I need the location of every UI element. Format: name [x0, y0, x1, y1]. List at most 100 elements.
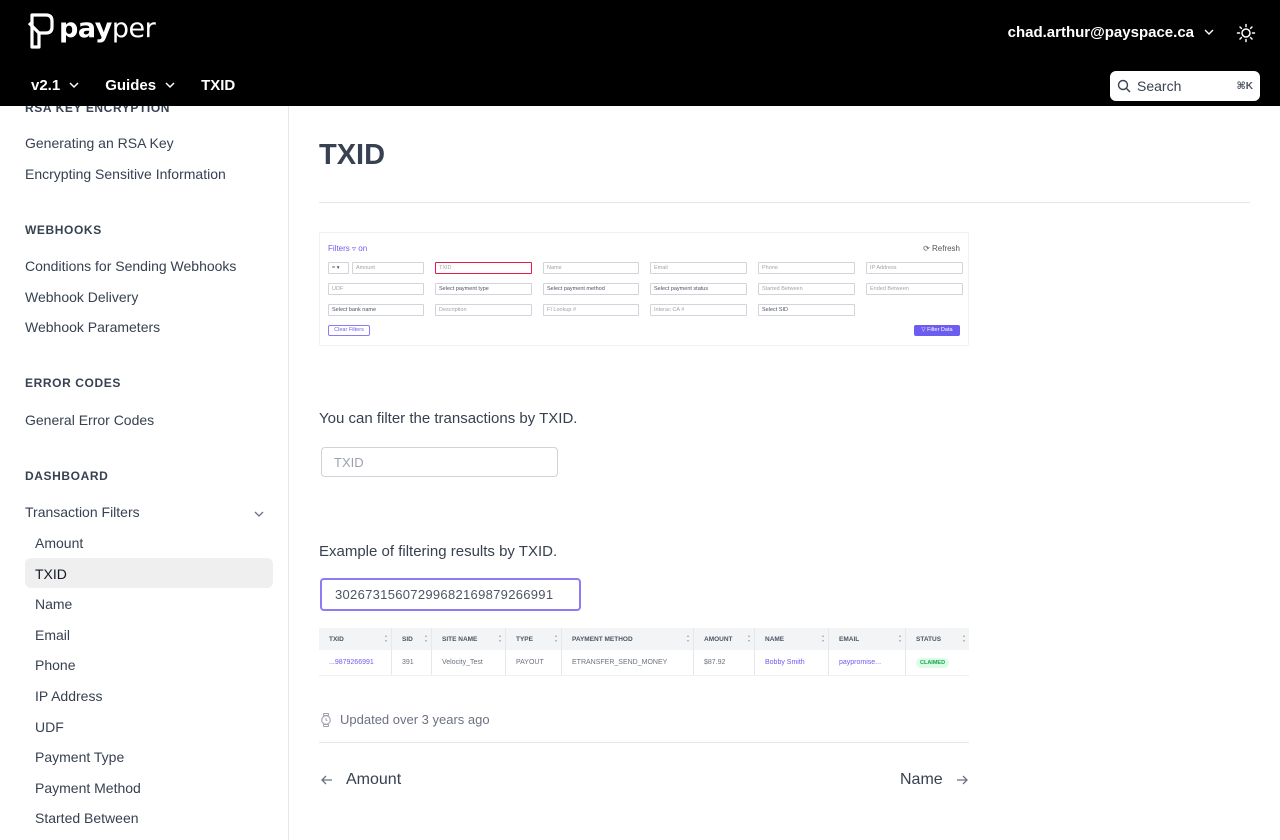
logo-text-bold: pay: [59, 12, 112, 44]
payper-logo[interactable]: payper: [26, 11, 156, 51]
name-field: Name: [543, 262, 639, 274]
sidebar-item-amount[interactable]: Amount: [35, 535, 83, 551]
nav-txid-label: TXID: [201, 77, 236, 94]
col-payment-method: PAYMENT METHOD: [562, 628, 694, 650]
search-placeholder: Search: [1137, 78, 1182, 94]
sidebar-item-general-error-codes[interactable]: General Error Codes: [25, 412, 154, 428]
sidebar-item-ip-address[interactable]: IP Address: [35, 688, 102, 704]
ip-address-field: IP Address: [866, 262, 963, 274]
payper-logo-icon: [27, 13, 54, 49]
sun-icon[interactable]: [1236, 23, 1256, 43]
payment-type-select: Select payment type: [435, 283, 532, 295]
col-name: NAME: [755, 628, 829, 650]
section-title-rsa: RSA KEY ENCRYPTION: [25, 106, 171, 115]
cell-txid: ...9879266991: [319, 650, 392, 675]
sidebar-item-phone[interactable]: Phone: [35, 657, 75, 673]
bank-name-select: Select bank name: [328, 304, 424, 316]
version-dropdown[interactable]: v2.1: [31, 77, 79, 94]
user-menu[interactable]: chad.arthur@payspace.ca: [1008, 24, 1214, 41]
started-between-field: Started Between: [758, 283, 855, 295]
txid-input-filled: 302673156072996821698792669​91: [320, 578, 581, 611]
cell-site-name: Velocity_Test: [432, 650, 506, 675]
sidebar-item-webhook-parameters[interactable]: Webhook Parameters: [25, 319, 160, 335]
sidebar-item-conditions-webhooks[interactable]: Conditions for Sending Webhooks: [25, 258, 236, 274]
filter-panel-screenshot: Filters ▿ on ⟳ Refresh = ▾ Amount TXID N…: [319, 232, 969, 346]
sidebar-item-name[interactable]: Name: [35, 596, 72, 612]
prev-page-link[interactable]: Amount: [320, 771, 401, 789]
ended-between-field: Ended Between: [866, 283, 963, 295]
nav-txid[interactable]: TXID: [201, 77, 235, 94]
cell-sid: 391: [392, 650, 432, 675]
top-nav: v2.1 Guides TXID: [31, 77, 261, 94]
cell-type: PAYOUT: [506, 650, 562, 675]
chevron-down-icon[interactable]: [253, 508, 265, 520]
sidebar-item-transaction-filters[interactable]: Transaction Filters: [25, 504, 140, 520]
fi-lookup-field: FI Lookup #: [543, 304, 639, 316]
cell-status: CLAIMED: [906, 650, 969, 675]
filters-label: Filters ▿ on: [328, 244, 368, 253]
col-type: TYPE: [506, 628, 562, 650]
sidebar: RSA KEY ENCRYPTION Generating an RSA Key…: [0, 106, 289, 840]
sidebar-item-encrypting-info[interactable]: Encrypting Sensitive Information: [25, 166, 226, 182]
search-input[interactable]: Search ⌘K: [1110, 71, 1260, 101]
title-divider: [319, 202, 1250, 203]
sidebar-item-payment-type[interactable]: Payment Type: [35, 749, 124, 765]
chevron-down-icon: [69, 82, 79, 89]
sidebar-item-started-between[interactable]: Started Between: [35, 810, 139, 826]
udf-field: UDF: [328, 283, 424, 295]
description-paragraph: You can filter the transactions by TXID.: [319, 410, 578, 427]
page-title: TXID: [319, 139, 386, 171]
refresh-link: ⟳ Refresh: [923, 244, 960, 253]
guides-dropdown[interactable]: Guides: [105, 77, 175, 94]
description-field: Description: [435, 304, 532, 316]
clear-filters-button: Clear Filters: [328, 325, 370, 336]
section-title-dashboard: DASHBOARD: [25, 469, 109, 483]
col-email: EMAIL: [829, 628, 906, 650]
footer-divider: [319, 742, 969, 743]
phone-field: Phone: [758, 262, 855, 274]
main-content: TXID Filters ▿ on ⟳ Refresh = ▾ Amount T…: [289, 106, 1280, 840]
status-badge: CLAIMED: [916, 657, 950, 668]
operator-select: = ▾: [328, 262, 349, 274]
interac-field: Interac CA #: [650, 304, 747, 316]
next-page-link[interactable]: Name: [900, 771, 969, 789]
cell-name: Bobby Smith: [755, 650, 829, 675]
sid-select: Select SID: [758, 304, 855, 316]
prev-page-label: Amount: [346, 771, 402, 788]
payment-status-select: Select payment status: [650, 283, 747, 295]
chevron-down-icon: [1204, 29, 1214, 35]
sidebar-item-email[interactable]: Email: [35, 627, 70, 643]
last-updated: Updated over 3 years ago: [320, 712, 490, 727]
col-status: STATUS: [906, 628, 969, 650]
col-amount: AMOUNT: [694, 628, 755, 650]
txid-input-example: TXID: [321, 447, 558, 477]
arrow-right-icon: [956, 775, 968, 785]
txid-field-highlighted: TXID: [435, 262, 532, 274]
sidebar-item-txid[interactable]: TXID: [35, 566, 67, 582]
cell-payment-method: ETRANSFER_SEND_MONEY: [562, 650, 694, 675]
guides-label: Guides: [105, 77, 157, 94]
sidebar-item-webhook-delivery[interactable]: Webhook Delivery: [25, 289, 138, 305]
logo-text-light: per: [111, 12, 156, 44]
chevron-down-icon: [165, 82, 175, 89]
table-header: TXID SID SITE NAME TYPE PAYMENT METHOD A…: [319, 628, 969, 650]
amount-field: Amount: [352, 262, 424, 274]
next-page-label: Name: [900, 771, 943, 788]
col-txid: TXID: [319, 628, 392, 650]
cell-email: paypromise...: [829, 650, 906, 675]
user-email: chad.arthur@payspace.ca: [1007, 24, 1194, 41]
sidebar-item-generating-rsa-key[interactable]: Generating an RSA Key: [25, 135, 174, 151]
search-icon: [1117, 79, 1131, 93]
section-title-webhooks: WEBHOOKS: [25, 223, 102, 237]
payment-method-select: Select payment method: [543, 283, 639, 295]
top-header: payper chad.arthur@payspace.ca v2.1 Guid…: [0, 0, 1280, 106]
col-sid: SID: [392, 628, 432, 650]
cell-amount: $87.92: [694, 650, 755, 675]
last-updated-text: Updated over 3 years ago: [340, 712, 490, 727]
table-row: ...9879266991 391 Velocity_Test PAYOUT E…: [319, 650, 969, 676]
arrow-left-icon: [321, 775, 332, 785]
section-title-error-codes: ERROR CODES: [25, 376, 121, 390]
sidebar-item-payment-method[interactable]: Payment Method: [35, 780, 141, 796]
sidebar-item-udf[interactable]: UDF: [35, 719, 64, 735]
email-field: Email: [650, 262, 747, 274]
